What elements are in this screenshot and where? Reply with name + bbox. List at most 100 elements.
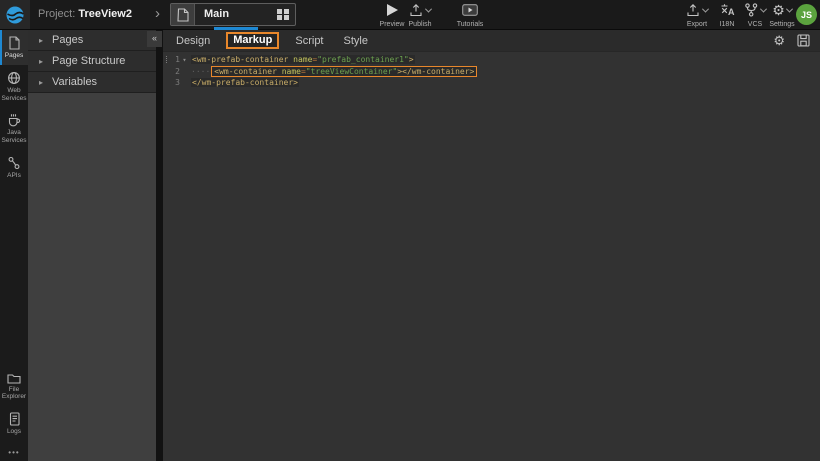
publish-upload-icon xyxy=(409,3,424,17)
export-button[interactable]: Export xyxy=(678,3,716,28)
more-options-ellipsis[interactable]: ••• xyxy=(0,448,28,457)
rail-label: Java Services xyxy=(1,129,27,145)
whitespace-dots: ···· xyxy=(191,67,210,76)
video-icon xyxy=(462,4,478,16)
chevron-right-icon: ▸ xyxy=(39,36,43,45)
tutorials-label: Tutorials xyxy=(457,21,484,28)
save-icon[interactable] xyxy=(797,34,810,47)
code-token-tag: <wm-prefab-container xyxy=(192,55,288,64)
code-token-string: "prefab_container1" xyxy=(317,55,409,64)
rail-label: Pages xyxy=(5,52,23,60)
project-name: TreeView2 xyxy=(78,8,132,20)
svg-text:A: A xyxy=(728,7,735,17)
rail-bottom-group: File Explorer Logs xyxy=(0,366,28,441)
panel-section-variables[interactable]: ▸ Variables xyxy=(28,72,156,93)
code-token-attr: name xyxy=(293,55,312,64)
editor-toolbar: Design Markup Script Style ⚙ xyxy=(163,30,820,52)
code-token-tag: <wm-container xyxy=(214,67,277,76)
page-tab-main[interactable]: Main xyxy=(170,3,296,26)
wavemaker-logo[interactable] xyxy=(0,0,30,29)
project-label: Project: xyxy=(38,8,75,20)
pages-panel: ▸ Pages ▸ Page Structure ▸ Variables xyxy=(28,30,156,461)
code-line[interactable]: 2 ····<wm-containername="treeViewContain… xyxy=(163,66,820,78)
globe-icon xyxy=(7,71,21,85)
play-icon xyxy=(387,4,398,16)
settings-label: Settings xyxy=(769,21,794,28)
coffee-cup-icon xyxy=(7,113,21,127)
gutter-marker-icon xyxy=(166,56,167,63)
active-tab-indicator xyxy=(214,27,258,30)
settings-button[interactable]: ⚙ Settings xyxy=(764,3,800,28)
publish-caret-icon xyxy=(425,5,432,12)
i18n-label: I18N xyxy=(720,21,735,28)
rail-item-file-explorer[interactable]: File Explorer xyxy=(0,366,28,407)
chevron-right-icon: ▸ xyxy=(39,57,43,66)
project-title: Project: TreeView2 xyxy=(38,0,132,29)
gutter-line-2[interactable]: 2 xyxy=(163,67,189,76)
settings-caret-icon xyxy=(786,5,793,12)
panel-section-label: Variables xyxy=(52,76,97,88)
rail-label: File Explorer xyxy=(1,386,27,402)
rail-label: Web Services xyxy=(1,87,27,103)
page-tab-label[interactable]: Main xyxy=(195,4,271,25)
code-line-1-content[interactable]: <wm-prefab-containername="prefab_contain… xyxy=(191,55,415,64)
settings-gear-icon: ⚙ xyxy=(772,3,785,17)
panel-section-page-structure[interactable]: ▸ Page Structure xyxy=(28,51,156,72)
gutter-line-1[interactable]: 1 ▾ xyxy=(163,55,189,64)
code-line[interactable]: 1 ▾ <wm-prefab-containername="prefab_con… xyxy=(163,54,820,66)
code-token-string: "treeViewContainer" xyxy=(306,67,398,76)
panel-editor-divider[interactable] xyxy=(156,30,163,461)
tutorials-button[interactable]: Tutorials xyxy=(450,3,490,28)
editor-area: Design Markup Script Style ⚙ 1 ▾ < xyxy=(163,30,820,461)
breadcrumb-chevron-icon: › xyxy=(155,0,160,29)
wavemaker-logo-icon xyxy=(5,5,25,25)
panel-section-label: Page Structure xyxy=(52,55,125,67)
pages-grid-icon[interactable] xyxy=(271,4,295,25)
rail-item-apis[interactable]: APIs xyxy=(0,150,28,185)
left-icon-rail: Pages Web Services Java Services APIs xyxy=(0,30,28,461)
rail-label: APIs xyxy=(7,172,21,180)
editor-tools: ⚙ xyxy=(773,34,810,48)
chevron-right-icon: ▸ xyxy=(39,78,43,87)
code-token-bracket: > xyxy=(409,55,414,64)
tab-markup[interactable]: Markup xyxy=(226,32,279,49)
top-bar: Project: TreeView2 › Main Preview xyxy=(0,0,820,30)
export-label: Export xyxy=(687,21,707,28)
line-number: 1 xyxy=(169,55,180,64)
pages-icon xyxy=(8,36,21,50)
export-upload-icon xyxy=(686,3,701,17)
branch-icon xyxy=(744,3,759,17)
rail-label: Logs xyxy=(7,428,21,436)
code-token-attr: name xyxy=(282,67,301,76)
markup-code-editor[interactable]: 1 ▾ <wm-prefab-containername="prefab_con… xyxy=(163,52,820,461)
code-line[interactable]: 3 </wm-prefab-container> xyxy=(163,77,820,89)
gutter-line-3[interactable]: 3 xyxy=(163,78,189,87)
vcs-label: VCS xyxy=(748,21,762,28)
code-token-closing-tag: </wm-container> xyxy=(402,67,474,76)
code-line-2-content[interactable]: ····<wm-containername="treeViewContainer… xyxy=(191,67,477,76)
rail-item-java-services[interactable]: Java Services xyxy=(0,107,28,150)
rail-item-logs[interactable]: Logs xyxy=(0,406,28,441)
line-number: 2 xyxy=(169,67,180,76)
code-line-3-content[interactable]: </wm-prefab-container> xyxy=(191,78,299,87)
selected-element-highlight[interactable]: <wm-containername="treeViewContainer"></… xyxy=(211,66,477,77)
page-file-icon xyxy=(171,4,195,25)
app-window: Project: TreeView2 › Main Preview xyxy=(0,0,820,461)
publish-button[interactable]: Publish xyxy=(400,3,440,28)
code-token-closing-tag: </wm-prefab-container> xyxy=(192,78,298,87)
tab-style[interactable]: Style xyxy=(344,35,368,47)
export-caret-icon xyxy=(702,5,709,12)
line-number: 3 xyxy=(169,78,180,87)
rail-item-web-services[interactable]: Web Services xyxy=(0,65,28,108)
tab-script[interactable]: Script xyxy=(295,35,323,47)
panel-section-pages[interactable]: ▸ Pages xyxy=(28,30,156,51)
panel-collapse-button[interactable]: « xyxy=(147,31,162,47)
fold-toggle-icon[interactable]: ▾ xyxy=(180,56,189,64)
editor-settings-gear-icon[interactable]: ⚙ xyxy=(773,34,785,48)
user-avatar[interactable]: JS xyxy=(796,4,817,25)
rail-item-pages[interactable]: Pages xyxy=(0,30,28,65)
folder-icon xyxy=(7,372,21,384)
logs-document-icon xyxy=(8,412,21,426)
tab-design[interactable]: Design xyxy=(176,35,210,47)
publish-label: Publish xyxy=(409,21,432,28)
